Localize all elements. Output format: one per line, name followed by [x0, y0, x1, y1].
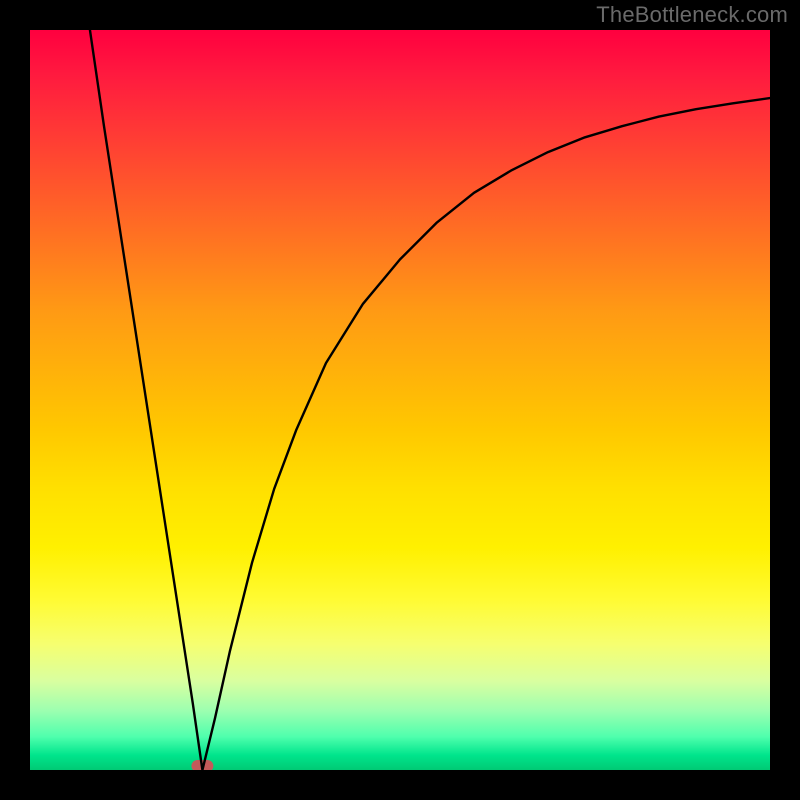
plot-area [30, 30, 770, 770]
watermark-text: TheBottleneck.com [596, 2, 788, 28]
curve-svg [30, 30, 770, 770]
chart-frame: TheBottleneck.com [0, 0, 800, 800]
bottleneck-curve-line [90, 30, 770, 770]
